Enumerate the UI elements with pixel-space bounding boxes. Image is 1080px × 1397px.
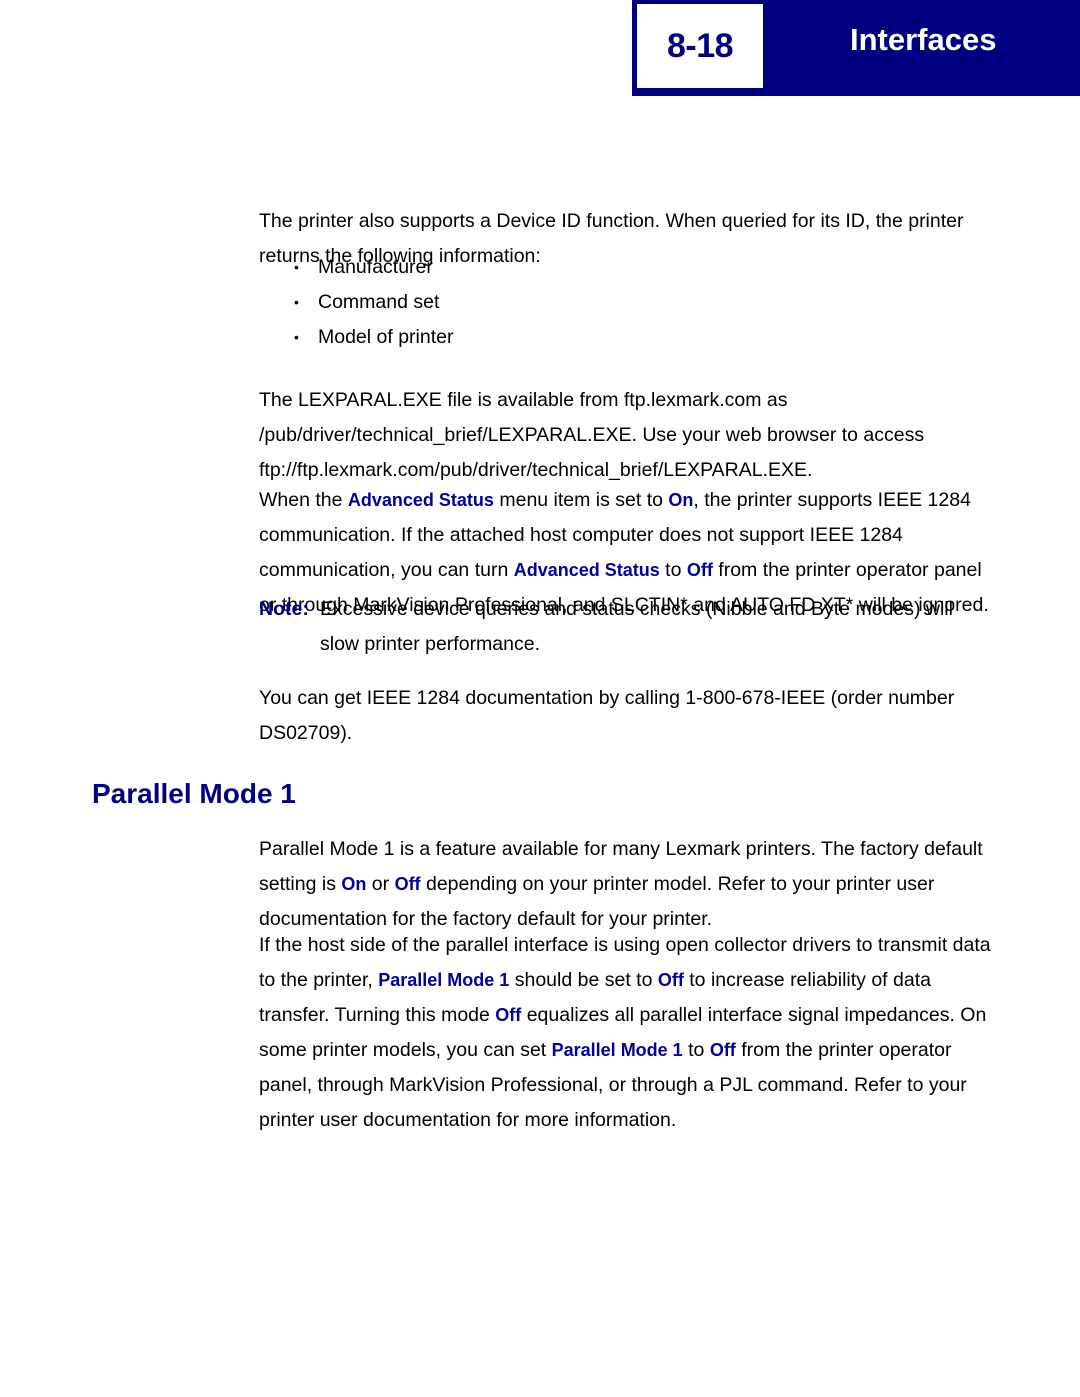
list-item-label: Manufacturer bbox=[318, 256, 433, 278]
term-on: On bbox=[668, 489, 694, 510]
term-advanced-status: Advanced Status bbox=[513, 559, 660, 580]
term-off: Off bbox=[394, 873, 421, 894]
term-on: On bbox=[341, 873, 367, 894]
term-off: Off bbox=[709, 1039, 736, 1060]
bullet-icon: • bbox=[294, 294, 299, 310]
bullet-icon: • bbox=[294, 329, 299, 345]
list-item-label: Command set bbox=[318, 291, 440, 313]
text-fragment: or bbox=[366, 872, 395, 895]
list-item: • Manufacturer bbox=[294, 250, 894, 285]
paragraph-parallel-mode-default: Parallel Mode 1 is a feature available f… bbox=[259, 832, 991, 937]
term-off: Off bbox=[657, 969, 684, 990]
paragraph-ieee-documentation: You can get IEEE 1284 documentation by c… bbox=[259, 686, 955, 744]
page-number: 8-18 bbox=[666, 27, 734, 65]
device-id-bullet-list: • Manufacturer • Command set • Model of … bbox=[294, 250, 894, 355]
text-fragment: When the bbox=[259, 488, 348, 511]
text-fragment: menu item is set to bbox=[493, 488, 669, 511]
text-fragment: to bbox=[659, 558, 687, 581]
list-item: • Model of printer bbox=[294, 320, 894, 355]
note-label: Note: bbox=[259, 598, 309, 620]
term-advanced-status: Advanced Status bbox=[347, 489, 494, 510]
list-item: • Command set bbox=[294, 285, 894, 320]
term-off: Off bbox=[495, 1004, 522, 1025]
list-item-label: Model of printer bbox=[318, 326, 454, 348]
note-text: Excessive device queries and status chec… bbox=[320, 598, 953, 655]
term-parallel-mode-1: Parallel Mode 1 bbox=[378, 969, 510, 990]
paragraph-parallel-mode-open-collector: If the host side of the parallel interfa… bbox=[259, 928, 991, 1138]
section-heading-parallel-mode-1: Parallel Mode 1 bbox=[92, 778, 296, 810]
paragraph-lexparal-download: The LEXPARAL.EXE file is available from … bbox=[259, 388, 925, 481]
page-header-band: 8-18 Interfaces bbox=[632, 0, 1080, 96]
bullet-icon: • bbox=[294, 259, 299, 275]
page-number-box: 8-18 bbox=[637, 4, 763, 88]
term-off: Off bbox=[686, 559, 713, 580]
text-fragment: should be set to bbox=[509, 968, 658, 991]
chapter-title: Interfaces bbox=[850, 22, 997, 57]
note-block: Note: Excessive device queries and statu… bbox=[259, 592, 991, 662]
term-parallel-mode-1: Parallel Mode 1 bbox=[551, 1039, 683, 1060]
text-fragment: to bbox=[682, 1038, 710, 1061]
